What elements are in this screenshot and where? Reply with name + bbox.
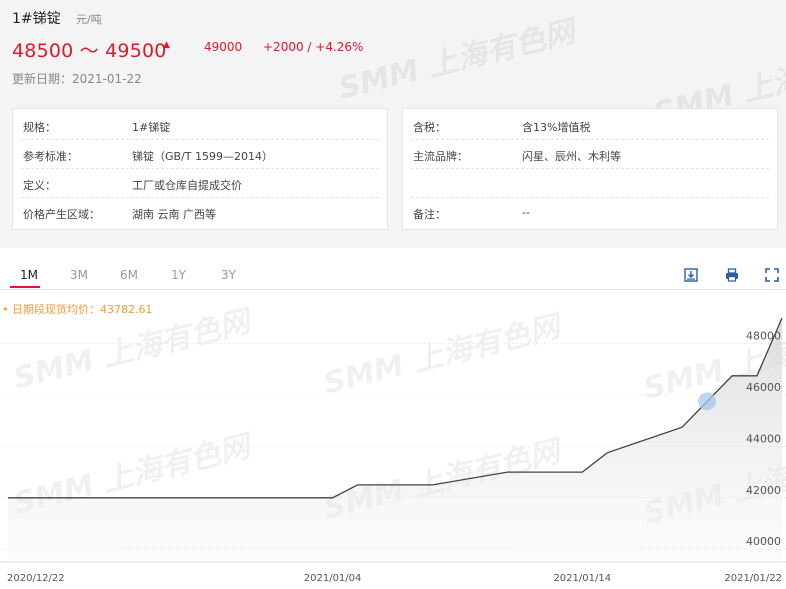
tab-1y[interactable]: 1Y	[171, 268, 186, 282]
info-row: 参考标准： 锑锭（GB/T 1599—2014）	[13, 140, 387, 169]
info-value: --	[522, 206, 530, 219]
range-tabs: 1M 3M 6M 1Y 3Y	[0, 262, 786, 290]
info-value: 含13%增值税	[522, 121, 591, 134]
info-value: 闪星、辰州、木利等	[522, 150, 621, 163]
tab-3m[interactable]: 3M	[70, 268, 88, 282]
previous-price: 49000	[204, 40, 243, 54]
tab-3y[interactable]: 3Y	[221, 268, 236, 282]
fullscreen-icon[interactable]	[765, 268, 779, 282]
product-title: 1#锑锭	[12, 11, 61, 27]
y-tick-label: 42000	[746, 484, 781, 497]
active-tab-indicator	[10, 286, 40, 288]
update-date: 更新日期：2021-01-22	[12, 72, 142, 86]
tab-1m[interactable]: 1M	[20, 268, 38, 282]
hover-marker[interactable]	[698, 392, 717, 411]
price-area	[8, 318, 782, 562]
y-tick-label: 40000	[746, 535, 781, 548]
price-change: +2000 / +4.26%	[263, 40, 364, 54]
info-label: 价格产生区域：	[23, 208, 100, 221]
info-value: 工厂或仓库自提成交价	[132, 179, 242, 192]
download-icon[interactable]	[684, 268, 698, 282]
price-range: 48500 ～ 49500	[12, 40, 167, 62]
info-row	[403, 169, 777, 198]
info-value: 1#锑锭	[132, 121, 171, 134]
info-label: 定义：	[23, 179, 56, 192]
tab-6m[interactable]: 6M	[120, 268, 138, 282]
info-row: 主流品牌： 闪星、辰州、木利等	[403, 140, 777, 169]
info-label: 参考标准：	[23, 150, 78, 163]
x-tick-label: 2021/01/14	[553, 573, 611, 584]
info-label: 主流品牌：	[413, 150, 468, 163]
trend-up-icon: ▲	[163, 40, 170, 50]
info-row: 价格产生区域： 湖南 云南 广西等	[13, 198, 387, 227]
info-label: 含税：	[413, 121, 446, 134]
print-icon[interactable]	[725, 268, 739, 282]
info-table-right: 含税： 含13%增值税 主流品牌： 闪星、辰州、木利等 备注： --	[402, 108, 778, 230]
info-label: 规格：	[23, 121, 56, 134]
price-chart: 40000 42000 44000 46000 48000 2020/12/22 2021…	[0, 317, 786, 584]
info-row: 含税： 含13%增值税	[403, 111, 777, 140]
y-tick-label: 44000	[746, 432, 781, 445]
x-tick-label: 2021/01/04	[304, 573, 362, 584]
y-tick-label: 46000	[746, 381, 781, 394]
info-value: 锑锭（GB/T 1599—2014）	[132, 150, 273, 163]
info-row: 定义： 工厂或仓库自提成交价	[13, 169, 387, 198]
info-table-left: 规格： 1#锑锭 参考标准： 锑锭（GB/T 1599—2014） 定义： 工厂…	[12, 108, 388, 230]
y-tick-label: 48000	[746, 330, 781, 343]
x-tick-label: 2021/01/22	[724, 573, 782, 584]
info-row: 规格： 1#锑锭	[13, 111, 387, 140]
price-unit: 元/吨	[76, 13, 102, 26]
info-value: 湖南 云南 广西等	[132, 208, 216, 221]
info-row: 备注： --	[403, 198, 777, 227]
info-label: 备注：	[413, 208, 446, 221]
x-tick-label: 2020/12/22	[7, 573, 65, 584]
